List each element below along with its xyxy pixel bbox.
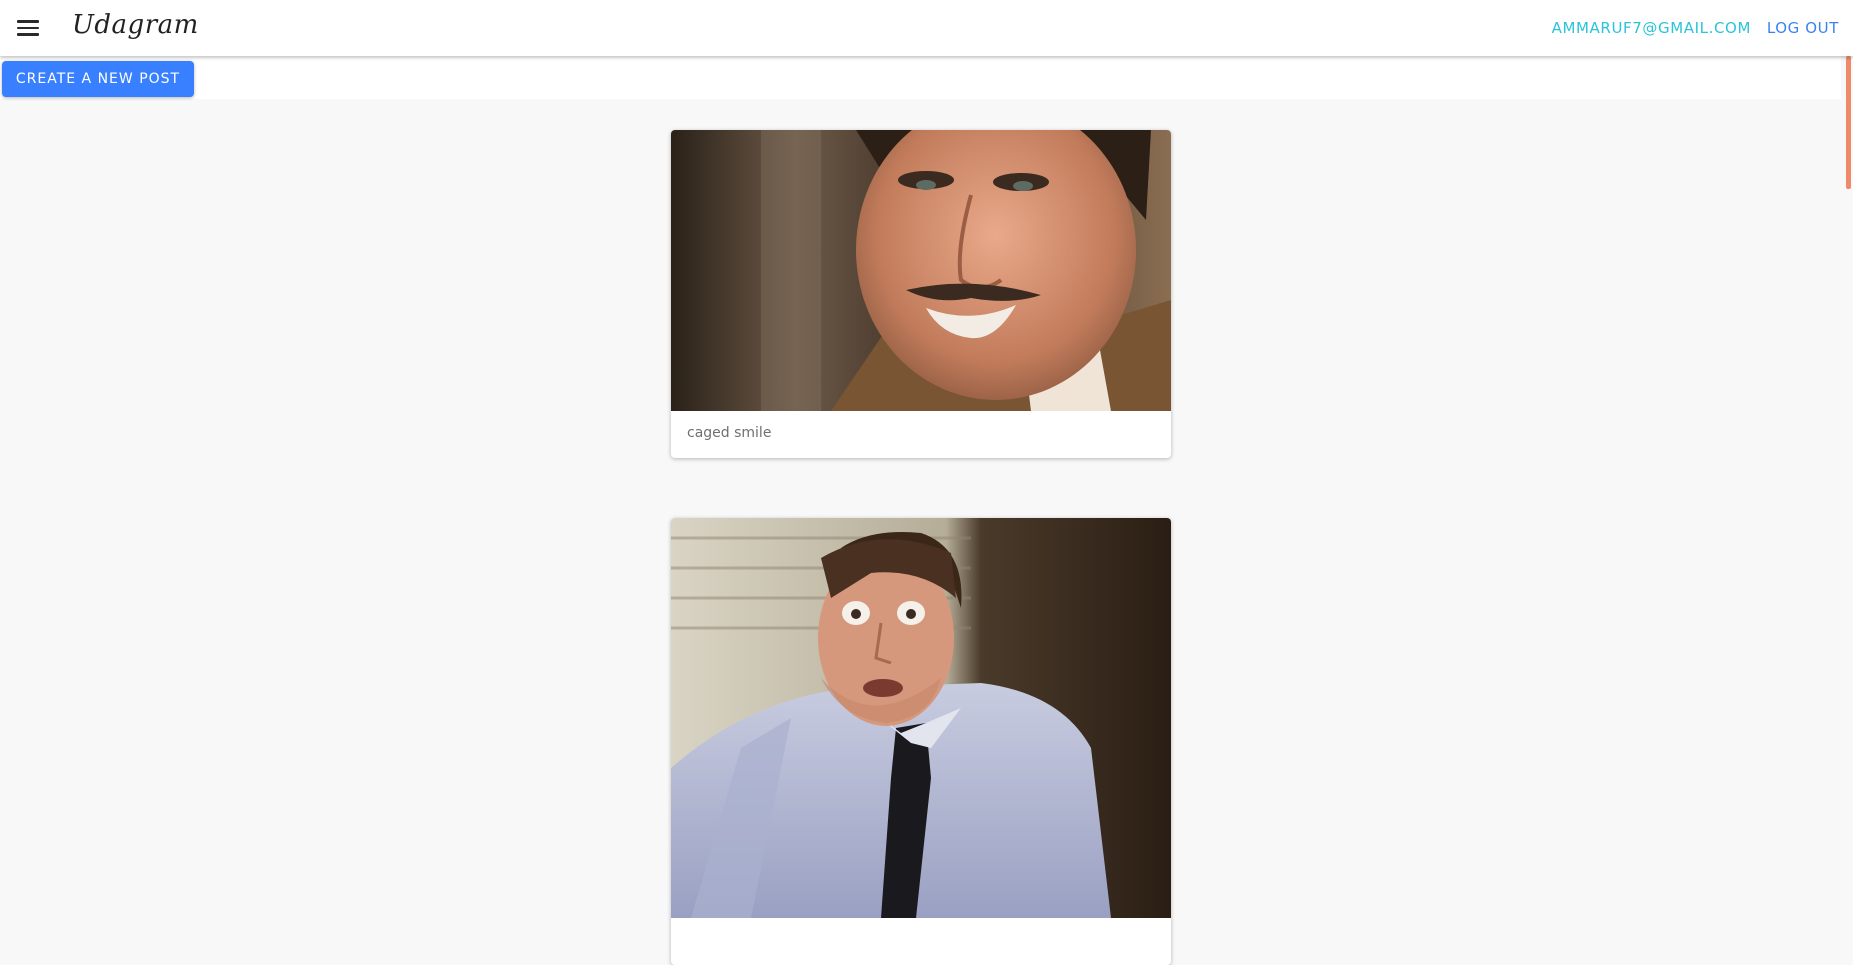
create-post-button[interactable]: CREATE A NEW POST [2,61,194,97]
post-caption: caged smile [687,425,772,441]
top-toolbar: Udagram AMMARUF7@GMAIL.COM LOG OUT [0,0,1853,56]
scrollbar-thumb[interactable] [1846,56,1851,189]
post-card [671,518,1171,965]
menu-icon[interactable] [14,16,42,40]
post-image [671,130,1171,411]
post-feed: caged smile [671,130,1171,965]
user-email-link[interactable]: AMMARUF7@GMAIL.COM [1552,19,1751,37]
post-image [671,518,1171,918]
app-title[interactable]: Udagram [72,10,199,40]
post-caption [671,918,1171,965]
post-card: caged smile [671,130,1171,458]
action-bar: CREATE A NEW POST [0,56,1841,99]
logout-button[interactable]: LOG OUT [1767,19,1839,37]
